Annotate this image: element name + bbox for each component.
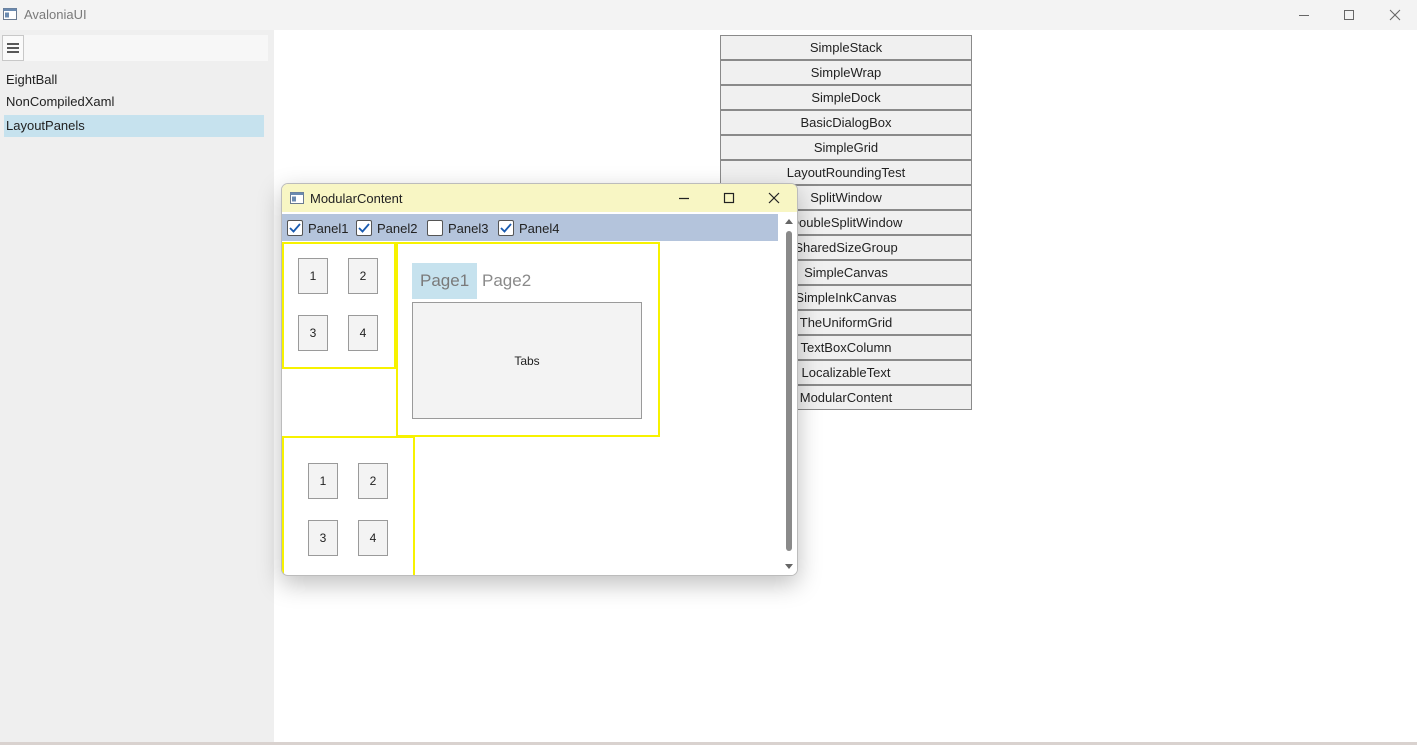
checkbox-label: Panel1 — [308, 220, 349, 236]
close-icon — [768, 192, 780, 204]
panel4-button-4[interactable]: 4 — [358, 520, 388, 556]
child-minimize-button[interactable] — [662, 184, 706, 212]
sidebar-item-layoutpanels[interactable]: LayoutPanels — [4, 115, 264, 137]
tab-content: Tabs — [412, 302, 642, 419]
checkbox-label: Panel4 — [519, 220, 560, 236]
sidebar-header — [24, 35, 268, 61]
panel4-checkbox[interactable]: Panel4 — [498, 219, 559, 237]
sidebar-item-eightball[interactable]: EightBall — [4, 69, 264, 91]
hamburger-icon — [7, 43, 19, 53]
child-close-button[interactable] — [752, 184, 796, 212]
checkbox-label: Panel3 — [448, 220, 489, 236]
scroll-down-icon[interactable] — [785, 564, 793, 569]
modularcontent-window: ModularContent Panel1 Panel2 Panel3 Pane… — [281, 183, 798, 576]
maximize-icon — [1344, 10, 1354, 20]
checkbox-box — [498, 220, 514, 236]
checkmark-icon — [289, 223, 301, 233]
child-window-title: ModularContent — [310, 191, 403, 206]
tab-page2[interactable]: Page2 — [474, 263, 539, 299]
maximize-icon — [723, 192, 735, 204]
checkbox-box — [356, 220, 372, 236]
simplewrap-button[interactable]: SimpleWrap — [720, 60, 972, 85]
checkmark-icon — [358, 223, 370, 233]
checkmark-icon — [500, 223, 512, 233]
checkbox-label: Panel2 — [377, 220, 418, 236]
window-icon — [290, 192, 304, 205]
panel1-button-4[interactable]: 4 — [348, 315, 378, 351]
basicdialogbox-button[interactable]: BasicDialogBox — [720, 110, 972, 135]
tab-page1[interactable]: Page1 — [412, 263, 478, 299]
close-button[interactable] — [1372, 0, 1417, 30]
checkbox-box — [287, 220, 303, 236]
panel1-button-2[interactable]: 2 — [348, 258, 378, 294]
panel4-button-2[interactable]: 2 — [358, 463, 388, 499]
panel4-button-3[interactable]: 3 — [308, 520, 338, 556]
minimize-button[interactable] — [1281, 0, 1327, 30]
child-maximize-button[interactable] — [707, 184, 751, 212]
simplestack-button[interactable]: SimpleStack — [720, 35, 972, 60]
window-title: AvaloniaUI — [24, 7, 87, 22]
window-titlebar — [0, 0, 1417, 30]
sidebar — [0, 30, 274, 745]
panel1-checkbox[interactable]: Panel1 — [287, 219, 348, 237]
app-icon — [3, 7, 17, 21]
minimize-icon — [1299, 15, 1309, 16]
simpledock-button[interactable]: SimpleDock — [720, 85, 972, 110]
scrollbar-thumb[interactable] — [786, 231, 792, 551]
panel3-checkbox[interactable]: Panel3 — [427, 219, 488, 237]
hamburger-button[interactable] — [2, 35, 24, 61]
sidebar-item-noncompiledxaml[interactable]: NonCompiledXaml — [4, 91, 264, 113]
minimize-icon — [679, 197, 689, 200]
panel4 — [282, 436, 415, 575]
simplegrid-button[interactable]: SimpleGrid — [720, 135, 972, 160]
layoutroundingtest-button[interactable]: LayoutRoundingTest — [720, 160, 972, 185]
maximize-button[interactable] — [1326, 0, 1372, 30]
checkbox-box — [427, 220, 443, 236]
panel1-button-3[interactable]: 3 — [298, 315, 328, 351]
panel4-button-1[interactable]: 1 — [308, 463, 338, 499]
close-icon — [1389, 9, 1401, 21]
scroll-up-icon[interactable] — [785, 219, 793, 224]
panel2-checkbox[interactable]: Panel2 — [356, 219, 417, 237]
panel1-button-1[interactable]: 1 — [298, 258, 328, 294]
